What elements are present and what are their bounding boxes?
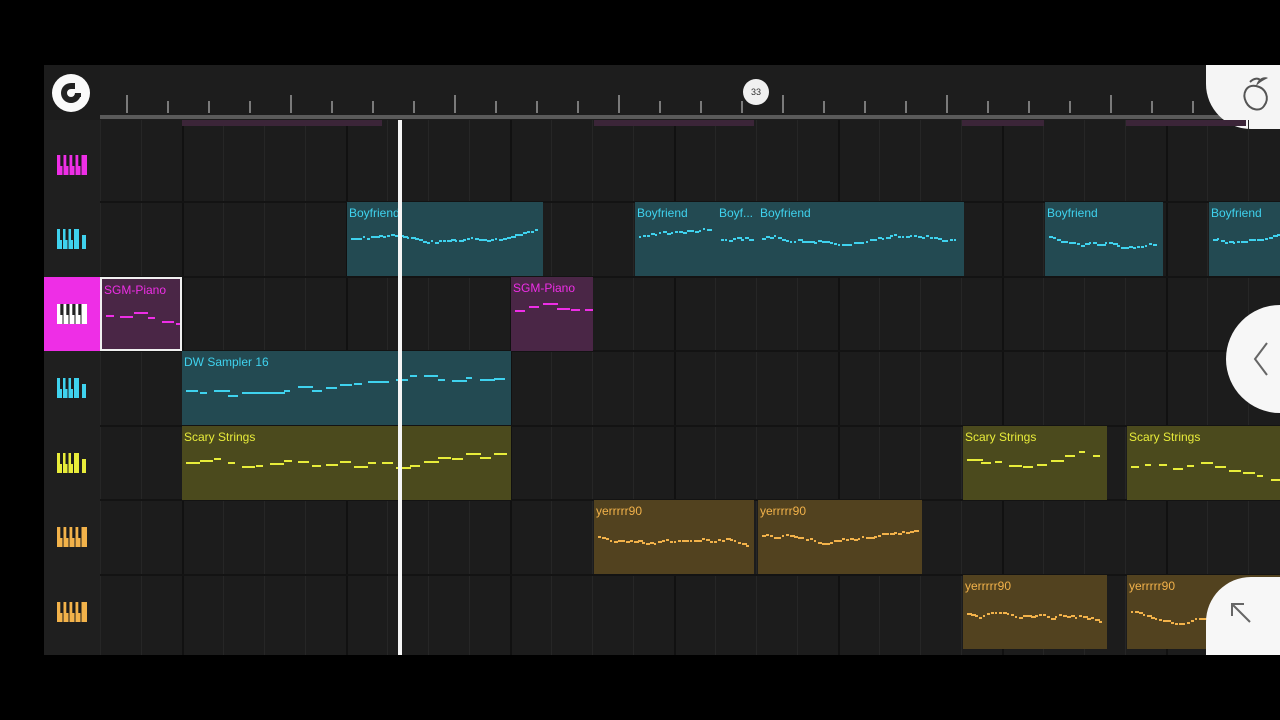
timeline-ruler[interactable]: 33: [100, 65, 1280, 120]
timeline-tick: [741, 101, 743, 113]
timeline-tick: [1192, 101, 1194, 113]
pattern-strip: [962, 120, 1044, 126]
timeline-tick: [987, 101, 989, 113]
timeline-tick: [1110, 95, 1112, 113]
timeline-tick: [946, 95, 948, 113]
arrow-up-left-icon: [1231, 603, 1251, 623]
clip-label: Boyf...: [719, 206, 754, 220]
clip-label: Scary Strings: [965, 430, 1037, 444]
timeline-divider: [100, 115, 1280, 119]
timeline-tick: [618, 95, 620, 113]
clip-label: DW Sampler 16: [184, 355, 269, 369]
clip-label: SGM-Piano: [513, 281, 576, 295]
clip-label: SGM-Piano: [104, 283, 167, 297]
track-header-3[interactable]: [44, 277, 100, 351]
clip-boyfriend[interactable]: Boyfriend: [1045, 202, 1163, 276]
clip-sgm-piano[interactable]: SGM-Piano: [100, 277, 182, 351]
piano-keys-icon: [57, 527, 87, 547]
track-header-2[interactable]: [44, 202, 100, 276]
timeline-tick: [126, 95, 128, 113]
playhead[interactable]: [398, 120, 402, 655]
clip-sgm-piano[interactable]: SGM-Piano: [511, 277, 593, 351]
timeline-tick: [1069, 101, 1071, 113]
magnet-icon: [61, 83, 81, 103]
clip-scary-strings[interactable]: Scary Strings: [182, 426, 511, 500]
clip-label: Boyfriend: [760, 206, 811, 220]
timeline-tick: [249, 101, 251, 113]
timeline-tick: [331, 101, 333, 113]
timeline-tick: [290, 95, 292, 113]
clip-scary-strings[interactable]: Scary Strings: [1127, 426, 1280, 500]
timeline-tick: [905, 101, 907, 113]
clip-yerrrrr90[interactable]: yerrrrr90: [963, 575, 1107, 649]
piano-keys-icon: [57, 378, 86, 398]
timeline-tick: [208, 101, 210, 113]
pattern-strip: [594, 120, 754, 126]
timeline-tick: [454, 95, 456, 113]
timeline-tick: [659, 101, 661, 113]
clip-label: Scary Strings: [1129, 430, 1201, 444]
pattern-strip: [1126, 120, 1246, 126]
lane-separator: [100, 276, 1280, 278]
bar-marker[interactable]: 33: [743, 79, 769, 105]
timeline-tick: [167, 101, 169, 113]
fl-fruit-logo-icon: [1243, 77, 1268, 111]
clip-label: Boyfriend: [349, 206, 400, 220]
timeline-tick: [372, 101, 374, 113]
clip-scary-strings[interactable]: Scary Strings: [963, 426, 1107, 500]
clip-boyfriend[interactable]: Boyfriend: [1209, 202, 1280, 276]
clip-label: yerrrrr90: [1129, 579, 1176, 593]
clip-label: yerrrrr90: [760, 504, 807, 518]
clip-dw-sampler-16[interactable]: DW Sampler 16: [182, 351, 511, 425]
chevron-left-icon: [1253, 342, 1268, 376]
clip-label: Boyfriend: [1211, 206, 1262, 220]
piano-keys-icon: [57, 602, 87, 622]
piano-keys-icon: [57, 304, 87, 324]
clip-boyfriend[interactable]: Boyfriend: [758, 202, 964, 276]
clip-label: yerrrrr90: [965, 579, 1012, 593]
playlist-window: 33 Boyfriend Boyfriend Boyf... Boyfriend Boy…: [44, 65, 1280, 655]
timeline-tick: [823, 101, 825, 113]
track-header-4[interactable]: [44, 351, 100, 425]
clip-label: Scary Strings: [184, 430, 256, 444]
track-header-5[interactable]: [44, 426, 100, 500]
timeline-tick: [495, 101, 497, 113]
clip-yerrrrr90[interactable]: yerrrrr90: [594, 500, 754, 574]
piano-keys-icon: [57, 229, 86, 249]
piano-keys-icon: [57, 155, 87, 175]
track-header-6[interactable]: [44, 500, 100, 574]
timeline-tick: [782, 95, 784, 113]
track-header-1[interactable]: [44, 128, 100, 202]
track-header-column: [44, 120, 100, 655]
pattern-strip: [182, 120, 382, 126]
snap-magnet-button[interactable]: [52, 74, 90, 112]
timeline-tick: [413, 101, 415, 113]
clip-label: Boyfriend: [637, 206, 688, 220]
clip-label: yerrrrr90: [596, 504, 643, 518]
clip-boyfriend[interactable]: Boyfriend: [635, 202, 717, 276]
timeline-tick: [1028, 101, 1030, 113]
playlist-lanes[interactable]: Boyfriend Boyfriend Boyf... Boyfriend Boyfri…: [100, 120, 1280, 655]
clip-yerrrrr90[interactable]: yerrrrr90: [758, 500, 922, 574]
clip-label: Boyfriend: [1047, 206, 1098, 220]
piano-keys-icon: [57, 453, 86, 473]
clip-boyf[interactable]: Boyf...: [717, 202, 759, 276]
timeline-tick: [864, 101, 866, 113]
timeline-tick: [577, 101, 579, 113]
timeline-tick: [536, 101, 538, 113]
timeline-tick: [1151, 101, 1153, 113]
track-header-7[interactable]: [44, 575, 100, 649]
timeline-tick: [700, 101, 702, 113]
clip-boyfriend[interactable]: Boyfriend: [347, 202, 543, 276]
